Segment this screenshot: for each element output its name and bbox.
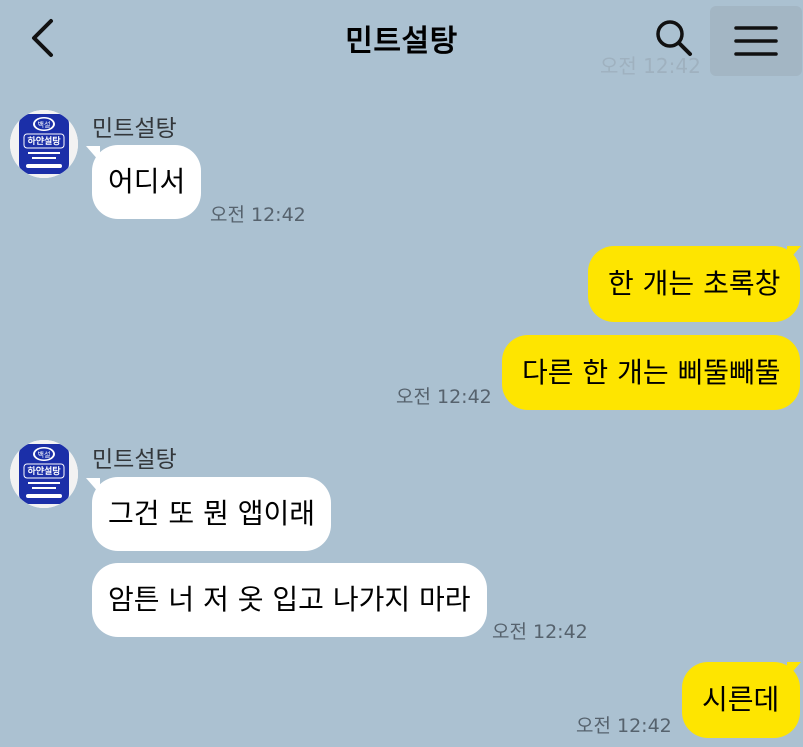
svg-text:백설: 백설 (38, 120, 51, 129)
svg-text:백설: 백설 (38, 450, 51, 459)
message-bubble[interactable]: 다른 한 개는 삐뚤빼뚤 (502, 335, 800, 410)
message-bubble[interactable]: 시른데 (682, 662, 800, 738)
message-timestamp: 오전 12:42 (396, 386, 492, 408)
message-timestamp: 오전 12:42 (210, 204, 306, 226)
sugar-package-logo: 백설 하얀설탕 (10, 110, 78, 178)
menu-button[interactable] (710, 6, 802, 76)
chat-header: 민트설탕 오전 12:42 (0, 0, 803, 80)
svg-text:하얀설탕: 하얀설탕 (27, 135, 61, 147)
message-timestamp: 오전 12:42 (576, 715, 672, 737)
message-timestamp: 오전 12:42 (492, 621, 588, 643)
sender-name: 민트설탕 (92, 447, 177, 473)
message-bubble[interactable]: 암튼 너 저 옷 입고 나가지 마라 (92, 563, 487, 637)
avatar[interactable]: 백설 하얀설탕 (10, 110, 78, 178)
sugar-package-logo: 백설 하얀설탕 (10, 440, 78, 508)
hamburger-menu-icon (734, 26, 778, 56)
message-bubble[interactable]: 한 개는 초록창 (588, 246, 800, 322)
svg-text:하얀설탕: 하얀설탕 (27, 465, 61, 477)
sender-name: 민트설탕 (92, 116, 177, 142)
faded-timestamp: 오전 12:42 (600, 54, 701, 78)
message-bubble[interactable]: 그건 또 뭔 앱이래 (92, 477, 332, 551)
avatar[interactable]: 백설 하얀설탕 (10, 440, 78, 508)
message-bubble[interactable]: 어디서 (92, 145, 202, 219)
